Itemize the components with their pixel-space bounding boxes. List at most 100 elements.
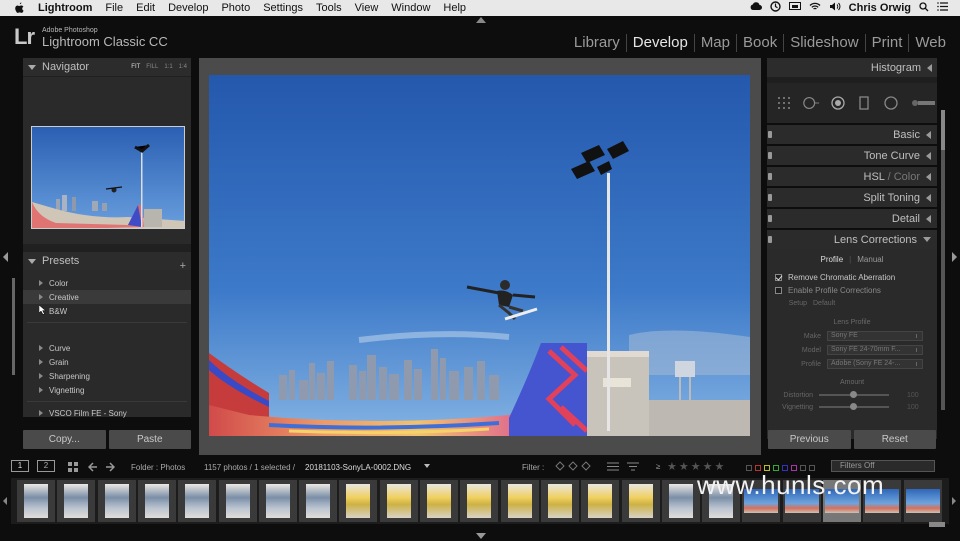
filmstrip-thumbnail[interactable] — [420, 480, 458, 522]
preset-group-creative[interactable]: Creative — [23, 290, 191, 304]
user-name[interactable]: Chris Orwig — [849, 2, 911, 14]
tone-curve-panel-header[interactable]: Tone Curve — [767, 146, 937, 165]
menu-photo[interactable]: Photo — [221, 2, 250, 14]
preset-group-color[interactable]: Color — [23, 276, 191, 290]
distortion-value[interactable]: 100 — [907, 392, 919, 399]
filmstrip-right-arrow[interactable] — [952, 497, 956, 505]
spotlight-search-icon[interactable] — [919, 1, 929, 15]
tab-profile[interactable]: Profile — [820, 255, 843, 264]
setup-dropdown[interactable]: Default — [813, 300, 835, 307]
zoom-1-1[interactable]: 1:1 — [164, 64, 172, 70]
zoom-fill[interactable]: FILL — [146, 64, 158, 70]
preset-group-grain[interactable]: Grain — [23, 355, 191, 369]
left-panel-scrollbar[interactable] — [12, 278, 15, 375]
module-book[interactable]: Book — [736, 34, 783, 52]
stack-filter-icon[interactable] — [606, 461, 620, 474]
navigator-header[interactable]: Navigator FIT FILL 1:1 1:4 — [23, 58, 191, 76]
zoom-1-4[interactable]: 1:4 — [179, 64, 187, 70]
secondary-window-button[interactable]: 2 — [37, 460, 55, 472]
histogram-header[interactable]: Histogram — [767, 58, 937, 77]
filename-dropdown-icon[interactable] — [424, 464, 430, 468]
menu-settings[interactable]: Settings — [263, 2, 303, 14]
sort-filter-icon[interactable] — [626, 461, 640, 474]
enable-profile-checkbox[interactable]: Enable Profile Corrections — [767, 284, 937, 297]
red-eye-tool-icon[interactable] — [829, 94, 847, 112]
filmstrip-thumbnail[interactable] — [97, 480, 136, 522]
presets-header[interactable]: Presets + — [23, 244, 191, 272]
filmstrip-thumbnail[interactable] — [621, 480, 660, 522]
add-preset-plus-icon[interactable]: + — [180, 260, 186, 272]
module-library[interactable]: Library — [568, 34, 626, 52]
filmstrip-left-arrow[interactable] — [3, 497, 7, 505]
filmstrip-thumbnail[interactable] — [500, 480, 539, 522]
menu-help[interactable]: Help — [443, 2, 466, 14]
filmstrip-thumbnail[interactable] — [218, 480, 257, 522]
profile-dropdown[interactable]: Adobe (Sony FE 24-... — [827, 359, 923, 369]
current-filename[interactable]: 20181103-SonyLA-0002.DNG — [305, 463, 411, 472]
slider-knob[interactable] — [850, 391, 857, 398]
panel-switch-icon[interactable] — [768, 173, 772, 180]
menu-window[interactable]: Window — [391, 2, 430, 14]
filmstrip-thumbnail[interactable] — [178, 480, 217, 522]
menu-file[interactable]: File — [105, 2, 123, 14]
sync-icon[interactable] — [769, 1, 781, 15]
filmstrip-thumbnail[interactable] — [299, 480, 338, 522]
lens-corrections-panel-header[interactable]: Lens Corrections — [767, 230, 937, 249]
filmstrip-thumbnail[interactable] — [137, 480, 176, 522]
preset-group-bw[interactable]: B&W — [23, 304, 191, 318]
graduated-filter-icon[interactable] — [856, 94, 874, 112]
flag-filter-icons[interactable] — [554, 461, 594, 474]
hsl-label[interactable]: HSL — [864, 171, 885, 183]
creative-cloud-icon[interactable] — [750, 2, 762, 14]
apple-icon[interactable] — [14, 2, 26, 14]
remove-ca-checkbox[interactable]: Remove Chromatic Aberration — [767, 271, 937, 284]
menu-view[interactable]: View — [355, 2, 379, 14]
filmstrip-thumbnail[interactable] — [581, 480, 620, 522]
module-slideshow[interactable]: Slideshow — [783, 34, 864, 52]
preset-group-sharpening[interactable]: Sharpening — [23, 369, 191, 383]
main-photo[interactable] — [209, 75, 750, 436]
hsl-color-panel-header[interactable]: HSL / Color — [767, 167, 937, 186]
panel-switch-icon[interactable] — [768, 194, 772, 201]
make-dropdown[interactable]: Sony FE — [827, 331, 923, 341]
module-print[interactable]: Print — [864, 34, 909, 52]
module-web[interactable]: Web — [908, 34, 952, 52]
panel-switch-icon[interactable] — [768, 152, 772, 159]
menu-app-lightroom[interactable]: Lightroom — [38, 2, 92, 14]
screen-share-icon[interactable] — [788, 2, 801, 14]
panel-switch-icon[interactable] — [768, 236, 772, 243]
scrollbar-thumb[interactable] — [941, 110, 945, 150]
notification-center-icon[interactable] — [937, 2, 948, 14]
bottom-panel-toggle-arrow[interactable] — [476, 533, 486, 539]
previous-button[interactable]: Previous — [768, 430, 851, 449]
paste-button[interactable]: Paste — [108, 430, 191, 449]
basic-panel-header[interactable]: Basic — [767, 125, 937, 144]
rating-operator[interactable]: ≥ — [656, 462, 660, 471]
menu-tools[interactable]: Tools — [316, 2, 342, 14]
right-panel-scrollbar[interactable] — [941, 110, 945, 410]
preset-group-vsco[interactable]: VSCO Film FE - Sony — [23, 406, 191, 420]
preset-group-vignetting[interactable]: Vignetting — [23, 383, 191, 397]
filmstrip-thumbnail[interactable] — [661, 480, 700, 522]
slider-knob[interactable] — [850, 403, 857, 410]
crop-tool-icon[interactable] — [775, 94, 793, 112]
menu-edit[interactable]: Edit — [136, 2, 155, 14]
model-dropdown[interactable]: Sony FE 24-70mm F... — [827, 345, 923, 355]
vignetting-slider[interactable] — [819, 403, 889, 410]
filmstrip-scrollbar[interactable] — [929, 522, 945, 527]
filmstrip-thumbnail[interactable] — [379, 480, 418, 522]
zoom-fit[interactable]: FIT — [131, 64, 140, 70]
filmstrip-thumbnail[interactable] — [17, 480, 55, 522]
preset-group-curve[interactable]: Curve — [23, 341, 191, 355]
filmstrip-thumbnail[interactable] — [903, 480, 942, 522]
radial-filter-icon[interactable] — [882, 94, 900, 112]
module-develop[interactable]: Develop — [625, 34, 694, 52]
back-arrow-icon[interactable] — [87, 462, 98, 474]
filmstrip-thumbnail[interactable] — [460, 480, 499, 522]
detail-panel-header[interactable]: Detail — [767, 209, 937, 228]
top-panel-toggle-arrow[interactable] — [476, 17, 486, 23]
left-panel-toggle-arrow[interactable] — [3, 252, 8, 262]
spot-removal-tool-icon[interactable] — [802, 94, 820, 112]
distortion-slider[interactable] — [819, 391, 889, 398]
filmstrip-thumbnail[interactable] — [258, 480, 297, 522]
